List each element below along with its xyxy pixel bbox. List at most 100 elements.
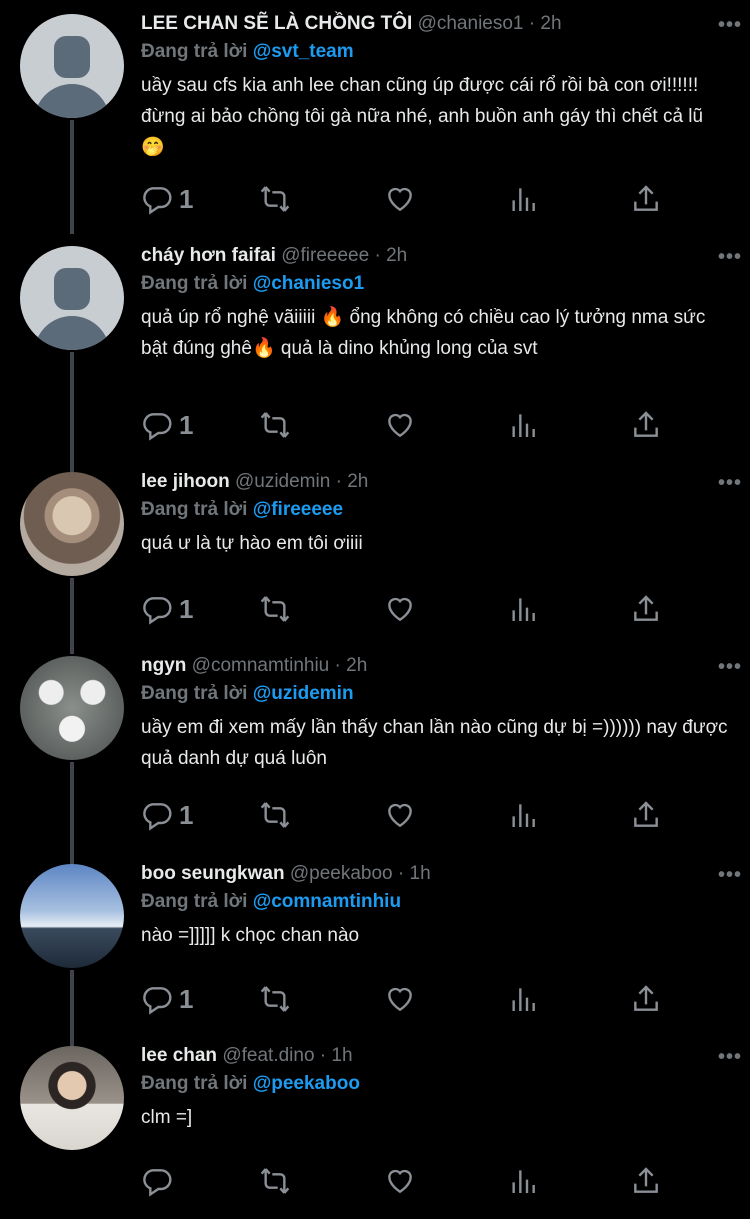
retweet-button[interactable] bbox=[259, 182, 291, 216]
display-name[interactable]: boo seungkwan bbox=[141, 863, 285, 884]
more-options-icon[interactable]: ••• bbox=[718, 472, 742, 495]
default-avatar[interactable] bbox=[20, 14, 124, 118]
views-button[interactable] bbox=[507, 1164, 539, 1198]
retweet-button[interactable] bbox=[259, 1164, 291, 1198]
user-handle[interactable]: @uzidemin bbox=[235, 471, 330, 492]
like-button[interactable] bbox=[384, 1164, 416, 1198]
thread-connector bbox=[70, 578, 74, 654]
reply-icon bbox=[143, 1169, 172, 1197]
like-button[interactable] bbox=[384, 798, 416, 832]
like-button[interactable] bbox=[384, 592, 416, 626]
heart-icon bbox=[388, 597, 412, 622]
more-options-icon[interactable]: ••• bbox=[718, 656, 742, 679]
share-button[interactable] bbox=[630, 798, 662, 832]
share-button[interactable] bbox=[630, 182, 662, 216]
reply-button[interactable]: 1 bbox=[141, 798, 193, 832]
mention-link[interactable]: @comnamtinhiu bbox=[253, 891, 401, 912]
display-name[interactable]: lee jihoon bbox=[141, 471, 230, 492]
tweet-text: quả úp rổ nghệ vãiiiii 🔥 ổng không có ch… bbox=[141, 307, 711, 359]
tweet[interactable]: cháy hơn faifai @fireeeee · 2h Đang trả … bbox=[0, 238, 750, 472]
reply-icon bbox=[143, 597, 172, 625]
reply-context: Đang trả lời @fireeeee bbox=[141, 499, 344, 520]
tweet[interactable]: LEE CHAN SẼ LÀ CHỒNG TÔI @chanieso1 · 2h… bbox=[0, 6, 750, 234]
timestamp[interactable]: 2h bbox=[386, 245, 407, 266]
user-handle[interactable]: @feat.dino bbox=[222, 1045, 314, 1066]
reply-button[interactable] bbox=[141, 1164, 179, 1198]
tweet-text: uầy em đi xem mấy lần thấy chan lần nào … bbox=[141, 717, 733, 769]
views-button[interactable] bbox=[507, 408, 539, 442]
more-options-icon[interactable]: ••• bbox=[718, 1046, 742, 1069]
reply-context: Đang trả lời @uzidemin bbox=[141, 683, 354, 704]
share-button[interactable] bbox=[630, 408, 662, 442]
timestamp[interactable]: 2h bbox=[346, 655, 367, 676]
heart-icon bbox=[388, 413, 412, 438]
tweet[interactable]: lee jihoon @uzidemin · 2h Đang trả lời @… bbox=[0, 464, 750, 654]
retweet-button[interactable] bbox=[259, 408, 291, 442]
share-button[interactable] bbox=[630, 982, 662, 1016]
retweet-button[interactable] bbox=[259, 592, 291, 626]
tweet[interactable]: boo seungkwan @peekaboo · 1h Đang trả lờ… bbox=[0, 856, 750, 1052]
timestamp[interactable]: 2h bbox=[540, 13, 561, 34]
like-button[interactable] bbox=[384, 182, 416, 216]
timestamp[interactable]: 1h bbox=[410, 863, 431, 884]
reply-button[interactable]: 1 bbox=[141, 982, 193, 1016]
more-options-icon[interactable]: ••• bbox=[718, 864, 742, 887]
user-handle[interactable]: @chanieso1 bbox=[418, 13, 524, 34]
reply-icon bbox=[143, 803, 172, 831]
profile-photo-avatar[interactable] bbox=[20, 656, 124, 760]
reply-button[interactable]: 1 bbox=[141, 592, 193, 626]
more-options-icon[interactable]: ••• bbox=[718, 14, 742, 37]
reply-button[interactable]: 1 bbox=[141, 408, 193, 442]
retweet-button[interactable] bbox=[259, 798, 291, 832]
reply-count: 1 bbox=[179, 799, 194, 830]
reply-count: 1 bbox=[179, 409, 194, 440]
tweet-actions: 1 bbox=[141, 798, 671, 832]
profile-photo-avatar[interactable] bbox=[20, 1046, 124, 1150]
analytics-icon bbox=[512, 1170, 535, 1193]
tweet[interactable]: ngyn @comnamtinhiu · 2h Đang trả lời @uz… bbox=[0, 648, 750, 868]
reply-button[interactable]: 1 bbox=[141, 182, 193, 216]
reply-context: Đang trả lời @chanieso1 bbox=[141, 273, 365, 294]
reply-context: Đang trả lời @comnamtinhiu bbox=[141, 891, 402, 912]
share-icon bbox=[634, 1167, 658, 1193]
analytics-icon bbox=[512, 598, 535, 621]
analytics-icon bbox=[512, 988, 535, 1011]
retweet-icon bbox=[260, 596, 290, 622]
tweet-text: uầy sau cfs kia anh lee chan cũng úp đượ… bbox=[141, 75, 709, 158]
user-handle[interactable]: @peekaboo bbox=[290, 863, 393, 884]
user-handle[interactable]: @comnamtinhiu bbox=[192, 655, 330, 676]
display-name[interactable]: LEE CHAN SẼ LÀ CHỒNG TÔI bbox=[141, 13, 412, 34]
more-options-icon[interactable]: ••• bbox=[718, 246, 742, 269]
share-icon bbox=[634, 411, 658, 437]
retweet-icon bbox=[260, 986, 290, 1012]
user-handle[interactable]: @fireeeee bbox=[281, 245, 369, 266]
retweet-button[interactable] bbox=[259, 982, 291, 1016]
tweet-actions: 1 bbox=[141, 182, 671, 216]
mention-link[interactable]: @peekaboo bbox=[253, 1073, 360, 1094]
retweet-icon bbox=[260, 1168, 290, 1194]
tweet[interactable]: lee chan @feat.dino · 1h Đang trả lời @p… bbox=[0, 1038, 750, 1214]
reply-context: Đang trả lời @peekaboo bbox=[141, 1073, 360, 1094]
share-icon bbox=[634, 801, 658, 827]
share-button[interactable] bbox=[630, 592, 662, 626]
profile-photo-avatar[interactable] bbox=[20, 472, 124, 576]
profile-photo-avatar[interactable] bbox=[20, 864, 124, 968]
mention-link[interactable]: @fireeeee bbox=[253, 499, 343, 520]
share-button[interactable] bbox=[630, 1164, 662, 1198]
views-button[interactable] bbox=[507, 182, 539, 216]
like-button[interactable] bbox=[384, 982, 416, 1016]
display-name[interactable]: ngyn bbox=[141, 655, 186, 676]
views-button[interactable] bbox=[507, 592, 539, 626]
views-button[interactable] bbox=[507, 798, 539, 832]
views-button[interactable] bbox=[507, 982, 539, 1016]
display-name[interactable]: lee chan bbox=[141, 1045, 217, 1066]
display-name[interactable]: cháy hơn faifai bbox=[141, 245, 276, 266]
timestamp[interactable]: 1h bbox=[331, 1045, 352, 1066]
default-avatar[interactable] bbox=[20, 246, 124, 350]
mention-link[interactable]: @uzidemin bbox=[253, 683, 354, 704]
mention-link[interactable]: @chanieso1 bbox=[253, 273, 364, 294]
timestamp[interactable]: 2h bbox=[347, 471, 368, 492]
like-button[interactable] bbox=[384, 408, 416, 442]
tweet-text: nào =]]]]] k chọc chan nào bbox=[141, 925, 360, 946]
mention-link[interactable]: @svt_team bbox=[253, 41, 354, 62]
